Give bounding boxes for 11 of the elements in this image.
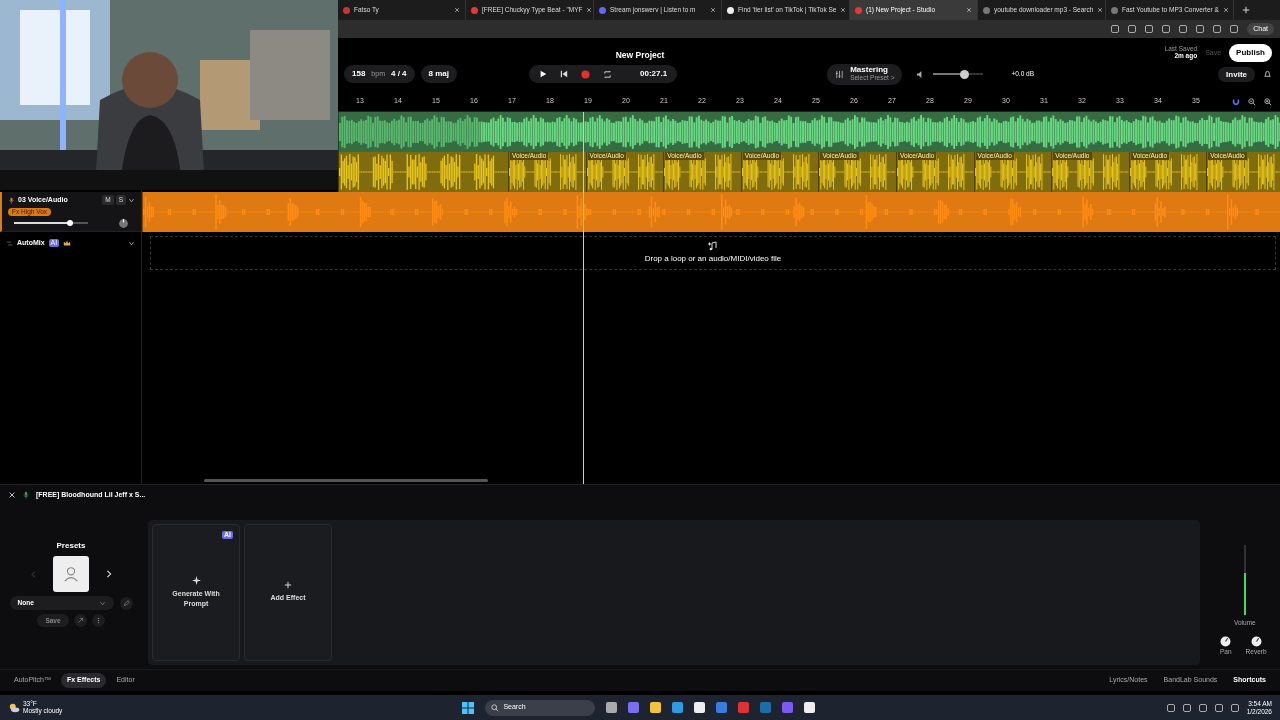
time-signature: 4 / 4 (391, 68, 407, 80)
invite-button[interactable]: Invite (1218, 67, 1255, 82)
mastering-label: Mastering (850, 66, 888, 75)
publish-button[interactable]: Publish (1229, 44, 1272, 62)
drop-hint: Drop a loop or an audio/MIDI/video file (644, 253, 782, 265)
time-display: 00:27.1 (640, 68, 668, 80)
project-title: New Project (615, 50, 665, 62)
drop-zone[interactable]: Drop a loop or an audio/MIDI/video file (150, 236, 1276, 270)
key-button[interactable]: 8 maj (420, 65, 458, 83)
tempo-value: 158 (352, 68, 366, 80)
presets-label: Presets (56, 540, 86, 552)
